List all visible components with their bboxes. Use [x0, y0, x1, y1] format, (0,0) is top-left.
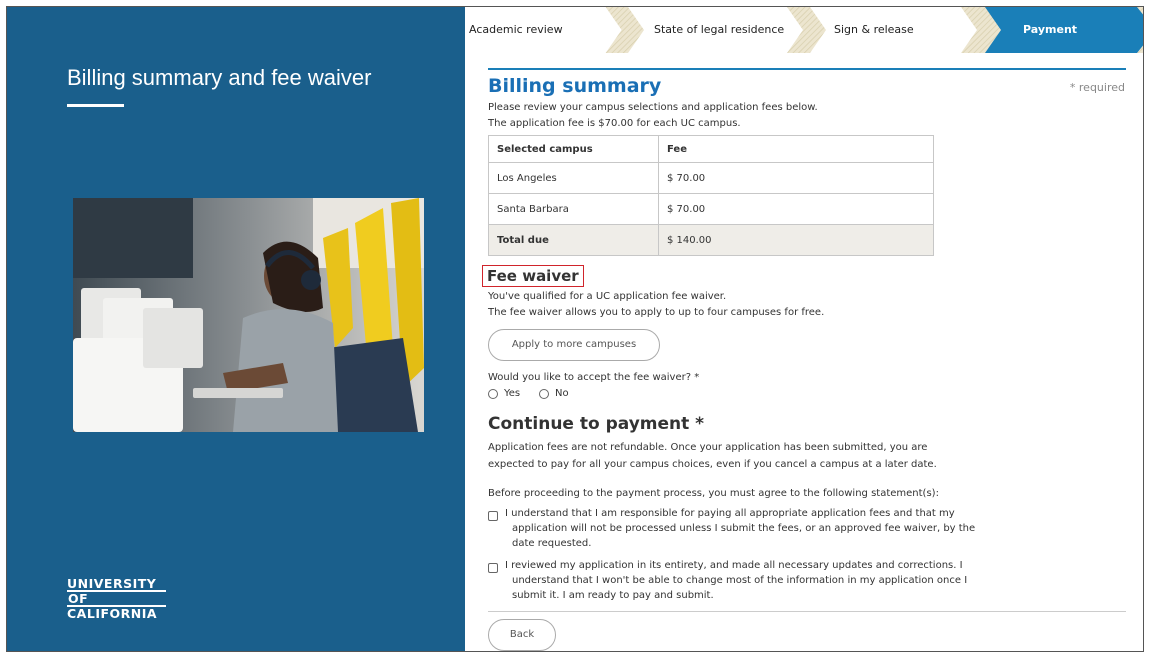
fee-waiver-line2: The fee waiver allows you to apply to up… [488, 307, 825, 318]
statement-1-line1: I understand that I am responsible for p… [505, 508, 955, 519]
statement-1-text: I understand that I am responsible for p… [505, 506, 1095, 551]
step-academic-review[interactable]: Academic review [469, 23, 563, 36]
app-frame: Billing summary and fee waiver UNIVERSIT… [6, 6, 1144, 652]
table-header-row: Selected campus Fee [488, 135, 934, 163]
agree-intro: Before proceeding to the payment process… [488, 488, 939, 499]
title-underline [67, 104, 124, 107]
campus-cell: Los Angeles [488, 162, 659, 194]
section-divider [488, 68, 1126, 70]
logo-line-of: OF [67, 590, 166, 607]
footer-divider [488, 611, 1126, 612]
column-header-fee: Fee [658, 135, 934, 163]
progress-steps: Academic review State of legal residence… [465, 7, 1143, 53]
apply-to-more-campuses-button[interactable]: Apply to more campuses [488, 329, 660, 361]
payment-note-line1: Application fees are not refundable. Onc… [488, 442, 928, 453]
student-photo [73, 198, 424, 432]
logo-line-university: UNIVERSITY [67, 576, 157, 591]
step-sign-and-release[interactable]: Sign & release [834, 23, 914, 36]
total-row: Total due $ 140.00 [488, 224, 934, 256]
radio-no-label: No [555, 388, 569, 399]
table-row: Los Angeles $ 70.00 [488, 162, 934, 194]
table-row: Santa Barbara $ 70.00 [488, 193, 934, 225]
fee-waiver-heading: Fee waiver [487, 267, 579, 285]
statement-2-line2: understand that I won't be able to chang… [512, 575, 968, 586]
radio-yes-label: Yes [504, 388, 521, 399]
statement-1-line2: application will not be processed unless… [512, 523, 976, 534]
fee-waiver-highlight: Fee waiver [482, 265, 584, 287]
logo-line-california: CALIFORNIA [67, 606, 158, 621]
fee-waiver-question: Would you like to accept the fee waiver?… [488, 372, 700, 383]
radio-no[interactable]: No [539, 388, 569, 399]
step-payment[interactable]: Payment [1023, 23, 1077, 36]
radio-no-circle[interactable] [539, 388, 549, 399]
statement-1-checkbox[interactable] [488, 511, 498, 521]
total-amount: $ 140.00 [658, 224, 934, 256]
payment-note-line2: expected to pay for all your campus choi… [488, 459, 937, 470]
billing-intro-line2: The application fee is $70.00 for each U… [488, 118, 741, 129]
total-label: Total due [488, 224, 659, 256]
fee-waiver-line1: You've qualified for a UC application fe… [488, 291, 727, 302]
required-note: * required [1069, 81, 1125, 94]
radio-yes-circle[interactable] [488, 388, 498, 399]
step-state-of-legal-residence[interactable]: State of legal residence [654, 23, 784, 36]
university-of-california-logo: UNIVERSITY OF CALIFORNIA [67, 577, 166, 620]
billing-intro-line1: Please review your campus selections and… [488, 102, 818, 113]
right-panel: Academic review State of legal residence… [465, 7, 1143, 651]
statement-2-line3: submit it. I am ready to pay and submit. [512, 590, 714, 601]
column-header-campus: Selected campus [488, 135, 659, 163]
left-panel: Billing summary and fee waiver UNIVERSIT… [7, 7, 465, 651]
back-button[interactable]: Back [488, 619, 556, 651]
billing-summary-heading: Billing summary [488, 75, 662, 97]
statement-2-text: I reviewed my application in its entiret… [505, 558, 1095, 603]
statement-1-line3: date requested. [512, 538, 592, 549]
fee-cell: $ 70.00 [658, 193, 934, 225]
continue-to-payment-heading: Continue to payment * [488, 414, 705, 434]
campus-cell: Santa Barbara [488, 193, 659, 225]
fees-table: Selected campus Fee Los Angeles $ 70.00 … [488, 135, 934, 256]
fee-cell: $ 70.00 [658, 162, 934, 194]
page-title: Billing summary and fee waiver [67, 65, 372, 90]
statement-2-checkbox[interactable] [488, 563, 498, 573]
statement-2-line1: I reviewed my application in its entiret… [505, 560, 963, 571]
radio-yes[interactable]: Yes [488, 388, 520, 399]
